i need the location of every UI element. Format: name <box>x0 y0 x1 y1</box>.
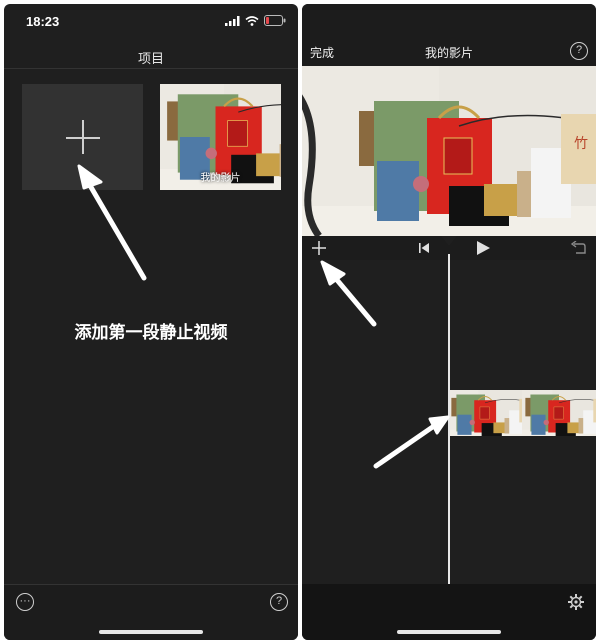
bottom-toolbar: ··· ? <box>4 584 298 640</box>
editor-screen: 完成 我的影片 ? <box>302 4 596 640</box>
annotation-arrow <box>77 164 147 281</box>
editor-bottom-bar <box>302 584 596 640</box>
home-indicator <box>99 630 203 634</box>
projects-screen: 18:23 项目 我的影片 添加第一段静止视频 ··· ? <box>4 4 298 640</box>
home-indicator <box>397 630 501 634</box>
gear-icon[interactable] <box>568 594 584 610</box>
help-icon[interactable]: ? <box>270 593 288 611</box>
more-icon[interactable]: ··· <box>16 593 34 611</box>
annotation-arrows <box>320 260 450 469</box>
instruction-text: 添加第一段静止视频 <box>74 323 228 342</box>
